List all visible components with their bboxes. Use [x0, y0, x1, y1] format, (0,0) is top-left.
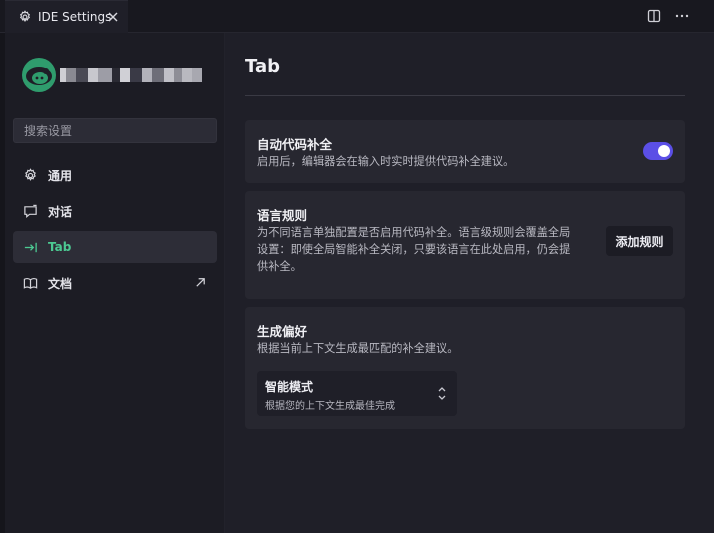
- chat-icon: [24, 204, 37, 218]
- language-rules-title: 语言规则: [257, 208, 308, 223]
- sidebar-item-tab[interactable]: Tab: [13, 231, 217, 263]
- chevron-up-down-icon: [438, 387, 446, 400]
- card-autocomplete: 自动代码补全 启用后，编辑器会在输入时实时提供代码补全建议。: [245, 120, 685, 183]
- username-redacted: [60, 68, 202, 82]
- search-input[interactable]: [13, 118, 217, 143]
- settings-sidebar: 通用 对话 Tab 文档: [5, 33, 225, 533]
- page-title: Tab: [245, 56, 280, 77]
- generation-title: 生成偏好: [257, 324, 308, 339]
- sidebar-item-label: 对话: [48, 204, 73, 219]
- avatar: [22, 58, 56, 92]
- tab-bar-actions: [646, 8, 690, 24]
- title-divider: [245, 95, 685, 96]
- tab-arrow-icon: [24, 242, 37, 252]
- settings-nav: 通用 对话 Tab 文档: [13, 159, 217, 303]
- generation-desc: 根据当前上下文生成最匹配的补全建议。: [257, 342, 459, 355]
- toggle-knob: [658, 145, 670, 157]
- sidebar-item-label: 通用: [48, 168, 73, 183]
- sidebar-item-label: 文档: [48, 276, 73, 291]
- ide-settings-window: IDE Settings 搜索设置 通用 对话 Tab 文档 Tab 自动代码补…: [0, 0, 714, 533]
- book-icon: [23, 277, 38, 289]
- add-rule-button[interactable]: 添加规则: [606, 226, 673, 256]
- settings-main: Tab 自动代码补全 启用后，编辑器会在输入时实时提供代码补全建议。 语言规则 …: [226, 33, 714, 533]
- tab-title: IDE Settings: [38, 10, 112, 24]
- select-desc: 根据您的上下文生成最佳完成: [265, 401, 395, 412]
- more-icon[interactable]: [674, 8, 690, 24]
- generation-mode-select[interactable]: 智能模式 根据您的上下文生成最佳完成: [257, 371, 457, 416]
- desc-line: 为不同语言单独配置是否启用代码补全。语言级规则会覆盖全局: [257, 226, 571, 239]
- sidebar-item-chat[interactable]: 对话: [13, 195, 217, 227]
- autocomplete-title: 自动代码补全: [257, 137, 333, 152]
- gear-icon: [25, 167, 36, 181]
- sidebar-item-docs[interactable]: 文档: [13, 267, 217, 299]
- card-language-rules: 语言规则 为不同语言单独配置是否启用代码补全。语言级规则会覆盖全局 设置：即使全…: [245, 191, 685, 299]
- tab-ide-settings[interactable]: IDE Settings: [5, 0, 128, 33]
- gear-icon: [19, 10, 31, 23]
- close-icon[interactable]: [106, 10, 120, 24]
- tab-bar: IDE Settings: [0, 0, 714, 33]
- desc-line: 设置：即使全局智能补全关闭，只要该语言在此处启用，仍会提: [257, 243, 571, 256]
- card-generation: 生成偏好 根据当前上下文生成最匹配的补全建议。 智能模式 根据您的上下文生成最佳…: [245, 307, 685, 429]
- language-rules-desc: 为不同语言单独配置是否启用代码补全。语言级规则会覆盖全局 设置：即使全局智能补全…: [257, 224, 570, 275]
- sidebar-item-label: Tab: [48, 240, 72, 254]
- desc-line: 供补全。: [257, 260, 302, 273]
- autocomplete-toggle[interactable]: [643, 142, 673, 160]
- select-value: 智能模式: [265, 380, 314, 394]
- external-link-icon: [196, 278, 205, 287]
- autocomplete-desc: 启用后，编辑器会在输入时实时提供代码补全建议。: [257, 155, 515, 168]
- split-editor-icon[interactable]: [646, 8, 662, 24]
- sidebar-item-general[interactable]: 通用: [13, 159, 217, 191]
